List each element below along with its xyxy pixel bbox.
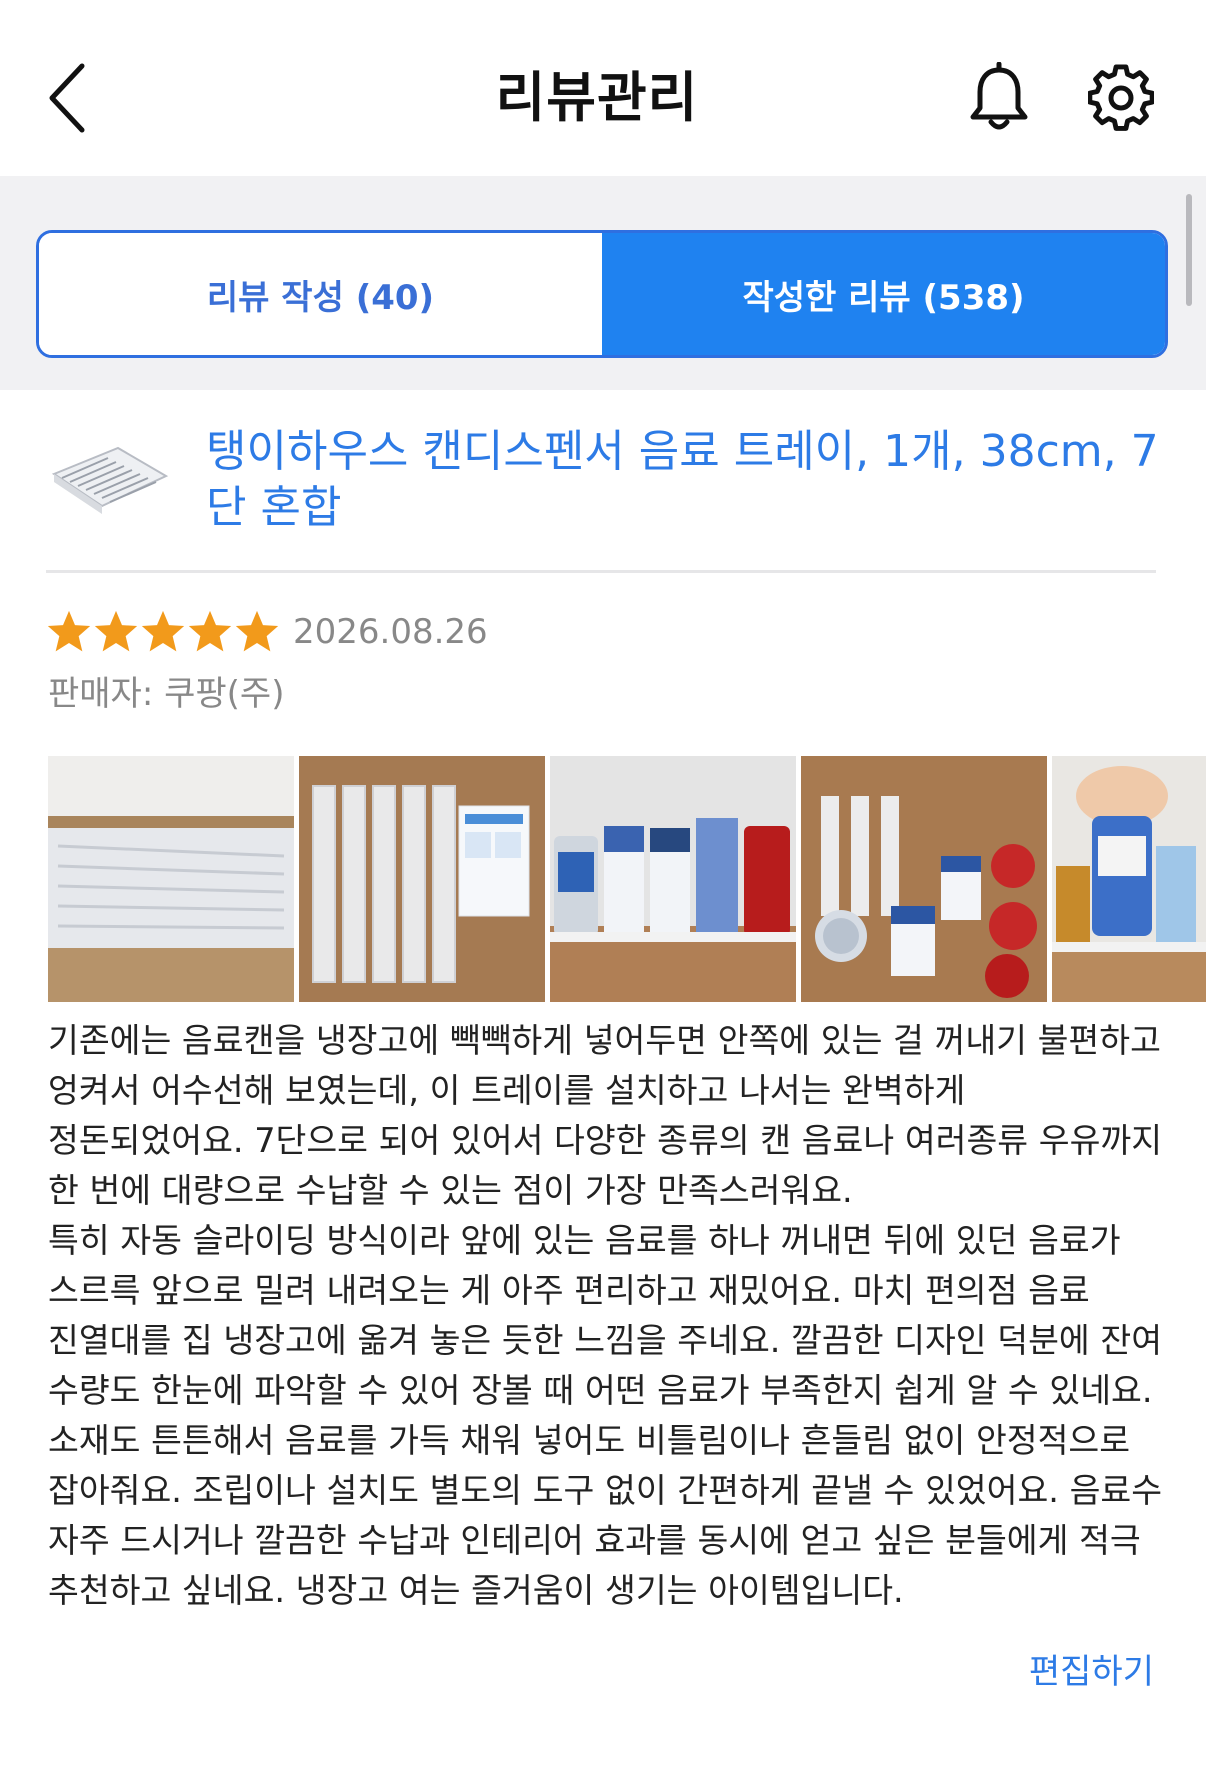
review-photo[interactable] — [48, 756, 294, 1002]
tab-written-reviews[interactable]: 작성한 리뷰 (538) — [602, 233, 1165, 355]
product-thumbnail — [48, 434, 172, 526]
review-photo[interactable] — [550, 756, 796, 1002]
divider — [46, 570, 1156, 573]
product-name-link[interactable]: 탱이하우스 캔디스펜서 음료 트레이, 1개, 38cm, 7단 혼합 — [206, 424, 1166, 536]
segmented-control: 리뷰 작성 (40) 작성한 리뷰 (538) — [36, 230, 1168, 358]
edit-review-button[interactable]: 편집하기 — [1029, 1644, 1154, 1693]
star-icon — [235, 610, 279, 652]
rating-row: 2026.08.26 — [46, 604, 488, 660]
review-paragraph: 특히 자동 슬라이딩 방식이라 앞에 있는 음료를 하나 꺼내면 뒤에 있던 음… — [48, 1221, 1163, 1610]
top-app-bar: 리뷰관리 — [0, 0, 1206, 176]
review-date: 2026.08.26 — [293, 612, 488, 652]
review-photo-strip[interactable] — [48, 756, 1206, 1002]
review-tab-bar: 리뷰 작성 (40) 작성한 리뷰 (538) — [0, 176, 1206, 390]
seller-label: 판매자: 쿠팡(주) — [48, 674, 285, 714]
star-icon — [47, 610, 91, 652]
tab-write-review[interactable]: 리뷰 작성 (40) — [39, 233, 602, 355]
gear-icon — [1087, 64, 1155, 131]
review-body: 기존에는 음료캔을 냉장고에 빽빽하게 넣어두면 안쪽에 있는 걸 꺼내기 불편… — [48, 1016, 1168, 1616]
review-photo[interactable] — [801, 756, 1047, 1002]
star-icon — [188, 610, 232, 652]
product-row[interactable]: 탱이하우스 캔디스펜서 음료 트레이, 1개, 38cm, 7단 혼합 — [0, 390, 1206, 570]
star-icon — [94, 610, 138, 652]
review-paragraph: 기존에는 음료캔을 냉장고에 빽빽하게 넣어두면 안쪽에 있는 걸 꺼내기 불편… — [48, 1021, 1163, 1210]
review-photo[interactable] — [299, 756, 545, 1002]
star-icon — [141, 610, 185, 652]
scrollbar[interactable] — [1186, 194, 1192, 306]
settings-button[interactable] — [1087, 64, 1155, 134]
bell-icon — [970, 61, 1028, 130]
notification-button[interactable] — [968, 61, 1030, 134]
review-photo[interactable] — [1052, 756, 1206, 1002]
